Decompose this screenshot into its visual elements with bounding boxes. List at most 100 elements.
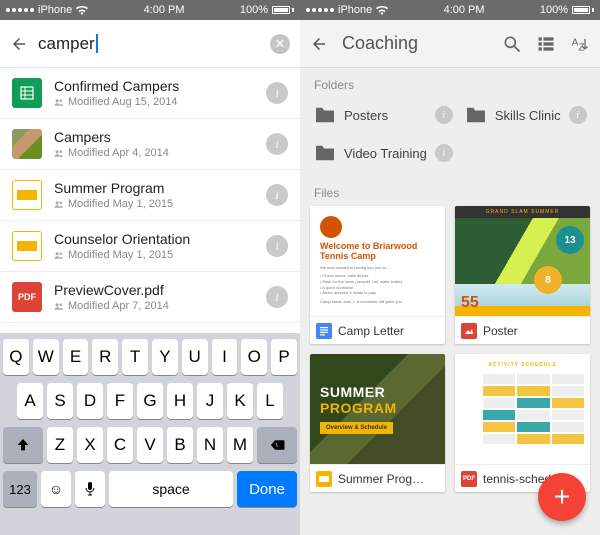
key[interactable]: L [257,383,283,419]
shared-icon [54,251,64,259]
clock-label: 4:00 PM [144,4,185,16]
keyboard-row-2: A S D F G H J K L [3,383,297,419]
folder-item[interactable]: Posters i [310,98,457,132]
info-button[interactable]: i [266,235,288,257]
file-card[interactable]: GRAND SLAM SUMMER 13 8 55 Poster [455,206,590,344]
folder-item[interactable]: Skills Clinic i [461,98,591,132]
key[interactable]: G [137,383,163,419]
mic-key[interactable] [75,471,105,507]
back-arrow-icon[interactable] [10,35,28,53]
status-bar: iPhone 4:00 PM 100% [300,0,600,20]
result-row[interactable]: Counselor Orientation Modified May 1, 20… [0,221,300,272]
file-card[interactable]: ACTIVITY SCHEDULE PDF tennis-sched… [455,354,590,492]
status-bar: iPhone 4:00 PM 100% [0,0,300,20]
key[interactable]: J [197,383,223,419]
folders-grid: Posters i Skills Clinic i Video Training… [300,98,600,176]
pdf-icon: PDF [461,471,477,487]
search-icon[interactable] [502,34,522,54]
key[interactable]: E [63,339,89,375]
slides-icon [316,471,332,487]
key[interactable]: T [122,339,148,375]
search-results: Confirmed Campers Modified Aug 15, 2014 … [0,68,300,323]
info-button[interactable]: i [266,184,288,206]
list-view-icon[interactable] [536,34,556,54]
done-key[interactable]: Done [237,471,297,507]
keyboard-row-bottom: 123 ☺ space Done [3,471,297,507]
key[interactable]: Y [152,339,178,375]
key[interactable]: C [107,427,133,463]
sort-icon[interactable]: AZ [570,34,590,54]
slides-icon [12,231,42,261]
info-button[interactable]: i [435,106,453,124]
key[interactable]: S [47,383,73,419]
key[interactable]: O [241,339,267,375]
key[interactable]: B [167,427,193,463]
result-row[interactable]: Confirmed Campers Modified Aug 15, 2014 … [0,68,300,119]
key[interactable]: U [182,339,208,375]
folders-section-label: Folders [300,68,600,98]
folder-item[interactable]: Video Training i [310,136,457,170]
battery-pct: 100% [540,4,568,16]
clear-search-button[interactable]: ✕ [270,34,290,54]
result-row[interactable]: Campers Modified Apr 4, 2014 i [0,119,300,170]
files-section-label: Files [300,176,600,206]
battery-icon [272,6,294,14]
file-card[interactable]: SUMMER PROGRAM Overview & Schedule Summe… [310,354,445,492]
result-row[interactable]: PDF PreviewCover.pdf Modified Apr 7, 201… [0,272,300,323]
key[interactable]: M [227,427,253,463]
carrier-label: iPhone [38,4,72,16]
key[interactable]: D [77,383,103,419]
folder-icon [314,144,336,162]
key[interactable]: H [167,383,193,419]
key[interactable]: P [271,339,297,375]
keyboard-row-3: Z X C V B N M [3,427,297,463]
backspace-key[interactable] [257,427,297,463]
shift-key[interactable] [3,427,43,463]
folder-screen: iPhone 4:00 PM 100% Coaching AZ Folders … [300,0,600,535]
folder-title: Coaching [342,33,488,54]
battery-icon [572,6,594,14]
key[interactable]: X [77,427,103,463]
files-grid: Welcome to Briarwood Tennis Camp We look… [300,206,600,502]
emoji-key[interactable]: ☺ [41,471,71,507]
key[interactable]: I [212,339,238,375]
keyboard-row-1: Q W E R T Y U I O P [3,339,297,375]
result-title: Confirmed Campers [54,78,254,94]
key[interactable]: Q [3,339,29,375]
file-card[interactable]: Welcome to Briarwood Tennis Camp We look… [310,206,445,344]
key[interactable]: F [107,383,133,419]
key[interactable]: V [137,427,163,463]
space-key[interactable]: space [109,471,233,507]
key[interactable]: K [227,383,253,419]
key[interactable]: R [92,339,118,375]
numbers-key[interactable]: 123 [3,471,37,507]
key[interactable]: A [17,383,43,419]
docs-icon [316,323,332,339]
key[interactable]: Z [47,427,73,463]
shared-icon [54,302,64,310]
slides-icon [12,180,42,210]
search-input[interactable]: camper [38,34,260,54]
shared-icon [54,200,64,208]
file-preview: GRAND SLAM SUMMER 13 8 55 [455,206,590,316]
wifi-icon [376,6,388,15]
result-title: Summer Program [54,180,254,196]
keyboard: Q W E R T Y U I O P A S D F G H J K L Z … [0,333,300,535]
search-screen: iPhone 4:00 PM 100% camper ✕ Confirmed C… [0,0,300,535]
info-button[interactable]: i [266,286,288,308]
sheets-icon [12,78,42,108]
info-button[interactable]: i [266,82,288,104]
fab-add-button[interactable]: + [538,473,586,521]
key[interactable]: N [197,427,223,463]
key[interactable]: W [33,339,59,375]
info-button[interactable]: i [266,133,288,155]
info-button[interactable]: i [435,144,453,162]
search-header: camper ✕ [0,20,300,68]
shared-icon [54,149,64,157]
result-title: Counselor Orientation [54,231,254,247]
result-title: Campers [54,129,254,145]
result-row[interactable]: Summer Program Modified May 1, 2015 i [0,170,300,221]
back-arrow-icon[interactable] [310,35,328,53]
folder-header: Coaching AZ [300,20,600,68]
info-button[interactable]: i [569,106,587,124]
